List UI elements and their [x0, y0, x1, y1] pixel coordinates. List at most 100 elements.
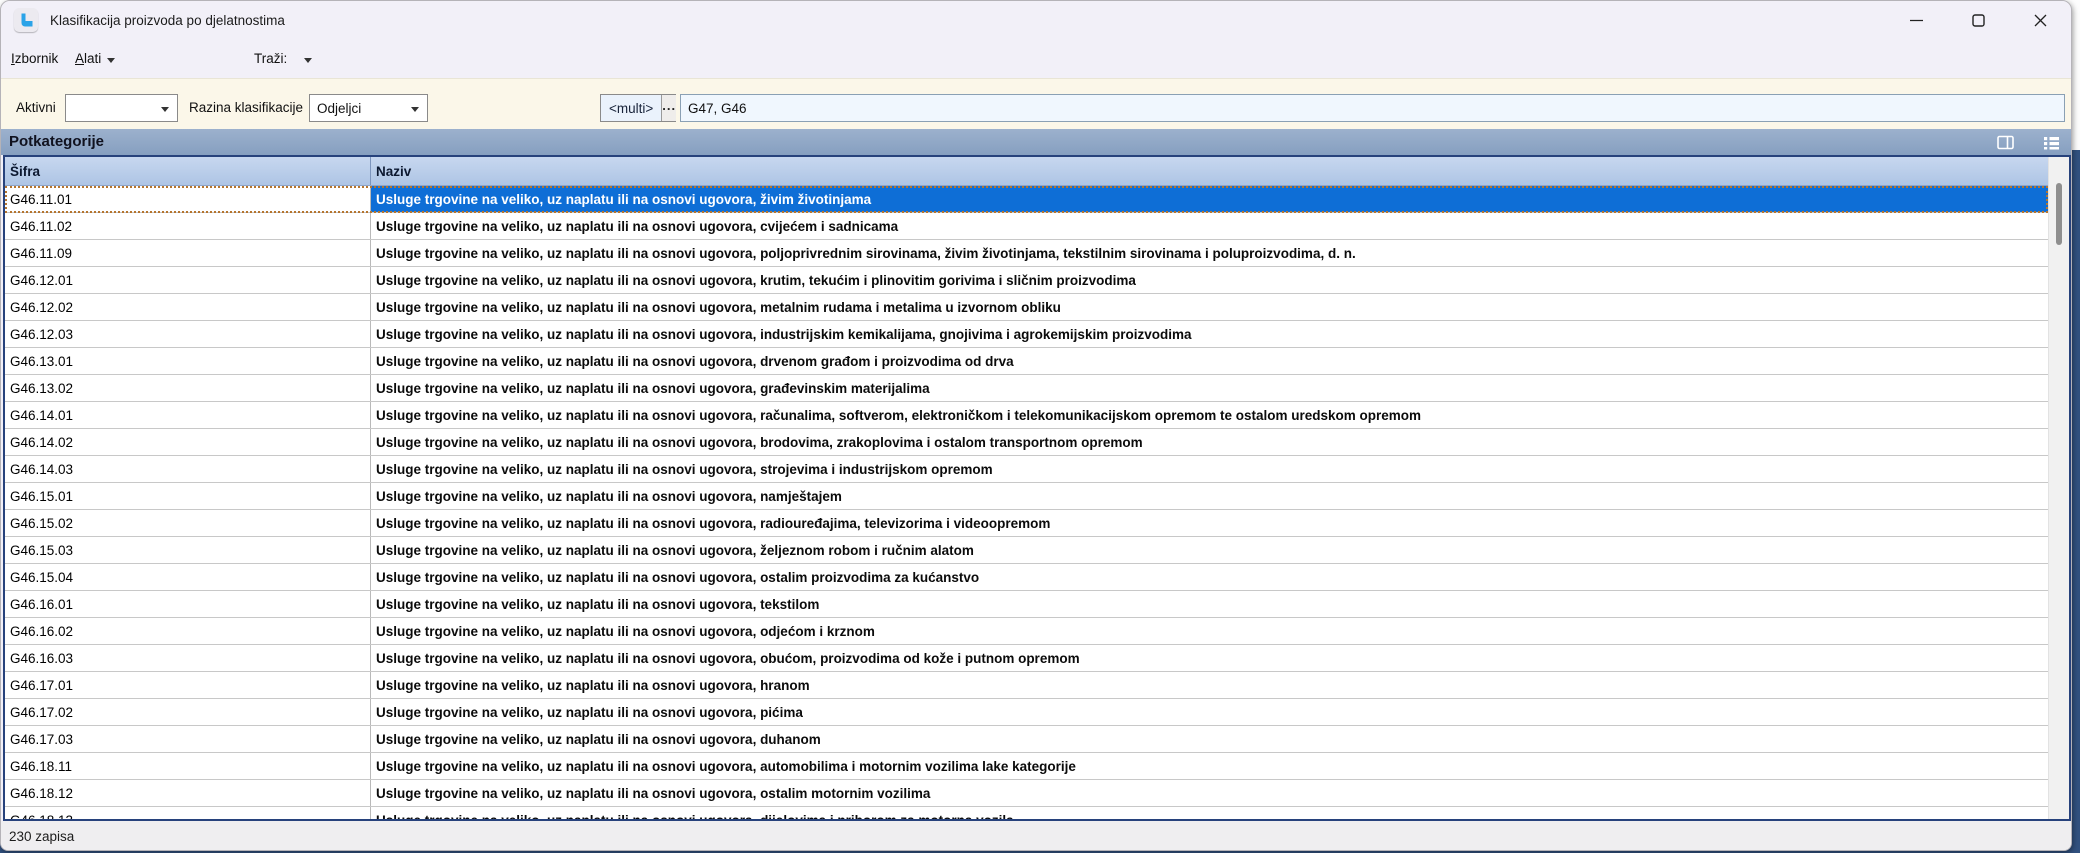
cell-sifra: G46.12.02	[5, 294, 371, 320]
app-logo-l-icon	[14, 8, 38, 32]
cell-naziv: Usluge trgovine na veliko, uz naplatu il…	[371, 213, 2048, 239]
aktivni-select[interactable]	[65, 94, 178, 122]
cell-sifra: G46.11.01	[5, 186, 371, 212]
cell-naziv: Usluge trgovine na veliko, uz naplatu il…	[371, 537, 2048, 563]
table-row[interactable]: G46.17.03 Usluge trgovine na veliko, uz …	[5, 726, 2048, 753]
aktivni-label: Aktivni	[16, 94, 56, 122]
grid-header-row: Šifra Naziv	[5, 157, 2048, 186]
cell-naziv: Usluge trgovine na veliko, uz naplatu il…	[371, 807, 2048, 819]
table-row[interactable]: G46.11.09 Usluge trgovine na veliko, uz …	[5, 240, 2048, 267]
table-row[interactable]: G46.16.03 Usluge trgovine na veliko, uz …	[5, 645, 2048, 672]
table-row[interactable]: G46.11.02 Usluge trgovine na veliko, uz …	[5, 213, 2048, 240]
razina-label: Razina klasifikacije	[189, 94, 303, 122]
cell-sifra: G46.12.01	[5, 267, 371, 293]
menu-izbornik[interactable]: Izbornik	[11, 39, 58, 78]
multi-select-group: <multi> ...	[600, 94, 676, 122]
cell-sifra: G46.17.03	[5, 726, 371, 752]
cell-sifra: G46.17.02	[5, 699, 371, 725]
chevron-down-icon	[107, 58, 115, 63]
cell-naziv: Usluge trgovine na veliko, uz naplatu il…	[371, 672, 2048, 698]
cell-sifra: G46.13.01	[5, 348, 371, 374]
table-row[interactable]: G46.17.02 Usluge trgovine na veliko, uz …	[5, 699, 2048, 726]
cell-sifra: G46.14.02	[5, 429, 371, 455]
table-row[interactable]: G46.15.02 Usluge trgovine na veliko, uz …	[5, 510, 2048, 537]
table-row[interactable]: G46.14.03 Usluge trgovine na veliko, uz …	[5, 456, 2048, 483]
razina-select[interactable]: Odjeljci	[309, 94, 428, 122]
cell-naziv: Usluge trgovine na veliko, uz naplatu il…	[371, 591, 2048, 617]
table-row[interactable]: G46.15.04 Usluge trgovine na veliko, uz …	[5, 564, 2048, 591]
title-bar: Klasifikacija proizvoda po djelatnostima	[1, 1, 2071, 39]
cell-naziv: Usluge trgovine na veliko, uz naplatu il…	[371, 483, 2048, 509]
cell-naziv: Usluge trgovine na veliko, uz naplatu il…	[371, 699, 2048, 725]
search-menu-label: Traži:	[254, 39, 287, 78]
table-row[interactable]: G46.15.01 Usluge trgovine na veliko, uz …	[5, 483, 2048, 510]
record-count: 230 zapisa	[9, 829, 74, 844]
column-header-sifra[interactable]: Šifra	[5, 157, 371, 185]
table-row[interactable]: G46.12.01 Usluge trgovine na veliko, uz …	[5, 267, 2048, 294]
table-row[interactable]: G46.14.02 Usluge trgovine na veliko, uz …	[5, 429, 2048, 456]
cell-sifra: G46.12.03	[5, 321, 371, 347]
table-row[interactable]: G46.18.13 Usluge trgovine na veliko, uz …	[5, 807, 2048, 819]
scrollbar-thumb[interactable]	[2056, 183, 2062, 245]
cell-naziv: Usluge trgovine na veliko, uz naplatu il…	[371, 564, 2048, 590]
panel-title: Potkategorije	[9, 129, 104, 155]
list-view-icon[interactable]	[2041, 133, 2061, 151]
cell-sifra: G46.18.12	[5, 780, 371, 806]
cell-sifra: G46.11.02	[5, 213, 371, 239]
grid-body: G46.11.01 Usluge trgovine na veliko, uz …	[5, 186, 2048, 819]
cell-naziv: Usluge trgovine na veliko, uz naplatu il…	[371, 510, 2048, 536]
app-window: Klasifikacija proizvoda po djelatnostima…	[0, 0, 2072, 851]
status-bar: 230 zapisa	[1, 821, 2071, 851]
maximize-button[interactable]	[1947, 1, 2009, 39]
cell-naziv: Usluge trgovine na veliko, uz naplatu il…	[371, 186, 2048, 212]
table-row[interactable]: G46.11.01 Usluge trgovine na veliko, uz …	[5, 186, 2048, 213]
cell-sifra: G46.11.09	[5, 240, 371, 266]
codes-filter-input[interactable]	[680, 94, 2065, 122]
cell-naziv: Usluge trgovine na veliko, uz naplatu il…	[371, 753, 2048, 779]
cell-naziv: Usluge trgovine na veliko, uz naplatu il…	[371, 618, 2048, 644]
menu-alati[interactable]: Alati	[75, 39, 115, 78]
multi-value[interactable]: <multi>	[601, 95, 661, 121]
cell-sifra: G46.18.11	[5, 753, 371, 779]
card-view-icon[interactable]	[1995, 133, 2015, 151]
cell-naziv: Usluge trgovine na veliko, uz naplatu il…	[371, 780, 2048, 806]
table-row[interactable]: G46.13.02 Usluge trgovine na veliko, uz …	[5, 375, 2048, 402]
table-row[interactable]: G46.18.12 Usluge trgovine na veliko, uz …	[5, 780, 2048, 807]
table-row[interactable]: G46.16.01 Usluge trgovine na veliko, uz …	[5, 591, 2048, 618]
cell-sifra: G46.16.02	[5, 618, 371, 644]
column-header-naziv[interactable]: Naziv	[371, 157, 2048, 185]
window-title: Klasifikacija proizvoda po djelatnostima	[50, 13, 285, 28]
cell-naziv: Usluge trgovine na veliko, uz naplatu il…	[371, 240, 2048, 266]
data-grid: Šifra Naziv G46.11.01 Usluge trgovine na…	[3, 155, 2071, 821]
table-row[interactable]: G46.17.01 Usluge trgovine na veliko, uz …	[5, 672, 2048, 699]
table-row[interactable]: G46.13.01 Usluge trgovine na veliko, uz …	[5, 348, 2048, 375]
cell-sifra: G46.14.01	[5, 402, 371, 428]
cell-naziv: Usluge trgovine na veliko, uz naplatu il…	[371, 645, 2048, 671]
cell-naziv: Usluge trgovine na veliko, uz naplatu il…	[371, 375, 2048, 401]
minimize-button[interactable]	[1885, 1, 1947, 39]
cell-sifra: G46.14.03	[5, 456, 371, 482]
panel-header: Potkategorije	[1, 129, 2071, 155]
table-row[interactable]: G46.16.02 Usluge trgovine na veliko, uz …	[5, 618, 2048, 645]
cell-sifra: G46.13.02	[5, 375, 371, 401]
close-button[interactable]	[2009, 1, 2071, 39]
cell-naziv: Usluge trgovine na veliko, uz naplatu il…	[371, 726, 2048, 752]
table-row[interactable]: G46.18.11 Usluge trgovine na veliko, uz …	[5, 753, 2048, 780]
filter-toolbar: Aktivni Razina klasifikacije Odjeljci <m…	[1, 78, 2071, 129]
cell-sifra: G46.15.04	[5, 564, 371, 590]
cell-naziv: Usluge trgovine na veliko, uz naplatu il…	[371, 321, 2048, 347]
chevron-down-icon	[161, 107, 169, 112]
vertical-scrollbar[interactable]	[2048, 157, 2069, 819]
cell-sifra: G46.15.02	[5, 510, 371, 536]
ellipsis-button[interactable]: ...	[661, 95, 676, 121]
cell-sifra: G46.16.01	[5, 591, 371, 617]
table-row[interactable]: G46.12.02 Usluge trgovine na veliko, uz …	[5, 294, 2048, 321]
search-dropdown-toggle[interactable]	[304, 39, 312, 78]
menu-bar: Izbornik Alati Traži:	[1, 39, 2071, 78]
chevron-down-icon	[411, 107, 419, 112]
cell-naziv: Usluge trgovine na veliko, uz naplatu il…	[371, 402, 2048, 428]
table-row[interactable]: G46.12.03 Usluge trgovine na veliko, uz …	[5, 321, 2048, 348]
cell-naziv: Usluge trgovine na veliko, uz naplatu il…	[371, 429, 2048, 455]
table-row[interactable]: G46.14.01 Usluge trgovine na veliko, uz …	[5, 402, 2048, 429]
table-row[interactable]: G46.15.03 Usluge trgovine na veliko, uz …	[5, 537, 2048, 564]
